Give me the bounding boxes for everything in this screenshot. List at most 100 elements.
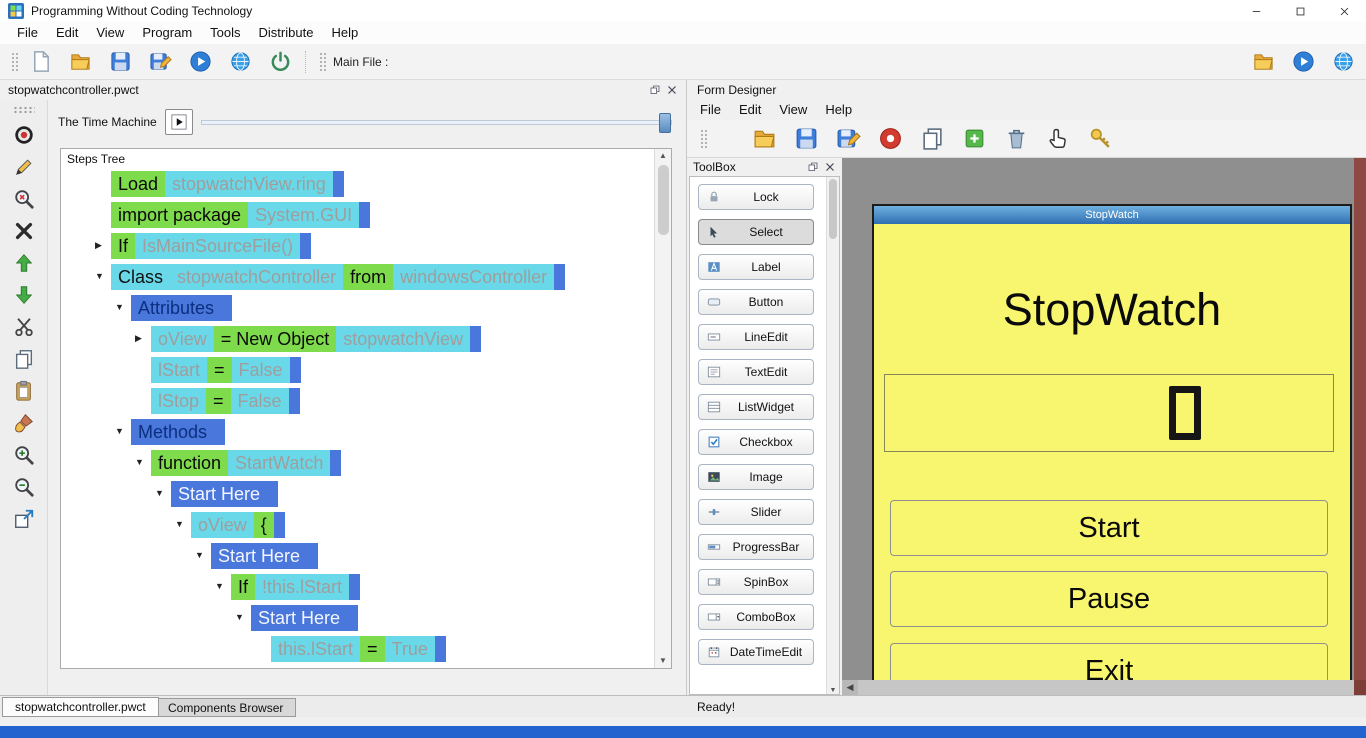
toolbox-item-datetimeedit[interactable]: DateTimeEdit xyxy=(698,639,814,665)
scroll-left-arrow-icon[interactable]: ◀ xyxy=(842,680,858,695)
tree-row[interactable]: ▼oView{ xyxy=(63,512,653,538)
side-edit-pencil-button[interactable] xyxy=(4,152,44,182)
side-search-button[interactable] xyxy=(4,184,44,214)
maximize-button[interactable] xyxy=(1278,0,1322,22)
editor-close-button[interactable] xyxy=(666,84,678,96)
collapse-arrow-icon[interactable]: ▼ xyxy=(235,613,244,622)
tree-row[interactable]: ▼Start Here xyxy=(63,543,653,569)
fd-copy-button[interactable] xyxy=(913,124,951,154)
toolbar-right-update-globe-button[interactable] xyxy=(1326,48,1360,76)
tree-row[interactable]: ▼Attributes xyxy=(63,295,653,321)
side-copy-button[interactable] xyxy=(4,344,44,374)
tree-row[interactable]: LoadstopwatchView.ring xyxy=(63,171,653,197)
toolbar-run-button[interactable] xyxy=(183,48,217,76)
tree-row[interactable]: ▼Start Here xyxy=(63,605,653,631)
toolbar-right-open-folder-button[interactable] xyxy=(1246,48,1280,76)
steps-tree-vertical-scrollbar[interactable]: ▲ ▼ xyxy=(654,149,671,668)
menu-distribute[interactable]: Distribute xyxy=(250,22,323,44)
lcd-number-widget[interactable] xyxy=(884,374,1334,452)
side-move-down-button[interactable] xyxy=(4,280,44,310)
stopwatch-heading-label[interactable]: StopWatch xyxy=(874,284,1350,336)
toolbox-item-lineedit[interactable]: LineEdit xyxy=(698,324,814,350)
collapse-arrow-icon[interactable]: ▼ xyxy=(215,582,224,591)
toolbox-item-label[interactable]: Label xyxy=(698,254,814,280)
tree-row[interactable]: this.lStart=True xyxy=(63,636,653,662)
stopwatch-form-titlebar[interactable]: StopWatch xyxy=(874,206,1350,224)
tree-row[interactable]: ▼ClassstopwatchControllerfromwindowsCont… xyxy=(63,264,653,290)
fd-save-button[interactable] xyxy=(787,124,825,154)
toolbar-open-folder-button[interactable] xyxy=(63,48,97,76)
collapse-arrow-icon[interactable]: ▼ xyxy=(155,489,164,498)
menu-file[interactable]: File xyxy=(8,22,47,44)
toolbox-item-select[interactable]: Select xyxy=(698,219,814,245)
time-machine-play-button[interactable] xyxy=(165,109,193,135)
toolbox-item-progressbar[interactable]: ProgressBar xyxy=(698,534,814,560)
close-button[interactable] xyxy=(1322,0,1366,22)
tree-row[interactable]: ▼functionStartWatch xyxy=(63,450,653,476)
tree-row[interactable]: import packageSystem.GUI xyxy=(63,202,653,228)
scroll-down-arrow-icon[interactable]: ▼ xyxy=(830,687,837,694)
toolbar-right-run-button[interactable] xyxy=(1286,48,1320,76)
toolbar-new-file-button[interactable] xyxy=(23,48,57,76)
collapse-arrow-icon[interactable]: ▼ xyxy=(175,520,184,529)
toolbar-update-globe-button[interactable] xyxy=(223,48,257,76)
fd-menu-file[interactable]: File xyxy=(691,99,730,121)
scrollbar-thumb[interactable] xyxy=(658,165,669,235)
collapse-arrow-icon[interactable]: ▼ xyxy=(195,551,204,560)
toolbox-vertical-scrollbar[interactable]: ▼ xyxy=(826,177,839,694)
fd-hand-pointer-button[interactable] xyxy=(1039,124,1077,154)
fd-menu-help[interactable]: Help xyxy=(816,99,861,121)
side-brush-button[interactable] xyxy=(4,408,44,438)
toolbox-item-combobox[interactable]: ComboBox xyxy=(698,604,814,630)
toolbox-item-checkbox[interactable]: Checkbox xyxy=(698,429,814,455)
toolbox-restore-button[interactable] xyxy=(807,161,819,173)
time-machine-slider[interactable] xyxy=(201,112,672,132)
collapse-arrow-icon[interactable]: ▼ xyxy=(135,458,144,467)
canvas-horizontal-scrollbar[interactable]: ◀ xyxy=(842,680,1354,695)
menu-help[interactable]: Help xyxy=(322,22,367,44)
editor-restore-button[interactable] xyxy=(649,84,661,96)
collapse-arrow-icon[interactable]: ▼ xyxy=(115,303,124,312)
collapse-arrow-icon[interactable]: ▼ xyxy=(115,427,124,436)
toolbox-item-slider[interactable]: Slider xyxy=(698,499,814,525)
fd-menu-view[interactable]: View xyxy=(770,99,816,121)
tree-row[interactable]: ▼If!this.lStart xyxy=(63,574,653,600)
toolbar-power-button[interactable] xyxy=(263,48,297,76)
fd-paste-green-button[interactable] xyxy=(955,124,993,154)
toolbox-item-textedit[interactable]: TextEdit xyxy=(698,359,814,385)
toolbox-item-button[interactable]: Button xyxy=(698,289,814,315)
scroll-down-arrow-icon[interactable]: ▼ xyxy=(659,654,667,668)
toolbar-save-button[interactable] xyxy=(103,48,137,76)
time-machine-slider-handle[interactable] xyxy=(659,113,671,133)
tab-components-browser[interactable]: Components Browser xyxy=(155,698,296,717)
fd-trash-button[interactable] xyxy=(997,124,1035,154)
fd-menu-edit[interactable]: Edit xyxy=(730,99,770,121)
scrollbar-thumb[interactable] xyxy=(829,179,837,239)
tree-row[interactable]: lStart=False xyxy=(63,357,653,383)
tree-row[interactable]: ▼Methods xyxy=(63,419,653,445)
pause-button[interactable]: Pause xyxy=(890,571,1328,627)
expand-arrow-icon[interactable]: ▶ xyxy=(95,241,102,250)
side-move-up-button[interactable] xyxy=(4,248,44,278)
tree-row[interactable]: ▶IfIsMainSourceFile() xyxy=(63,233,653,259)
toolbox-item-lock[interactable]: Lock xyxy=(698,184,814,210)
side-paste-button[interactable] xyxy=(4,376,44,406)
tree-row[interactable]: ▼Start Here xyxy=(63,481,653,507)
side-target-button[interactable] xyxy=(4,120,44,150)
toolbar-save-as-button[interactable] xyxy=(143,48,177,76)
fd-key-button[interactable] xyxy=(1081,124,1119,154)
toolbox-item-listwidget[interactable]: ListWidget xyxy=(698,394,814,420)
side-cut-button[interactable] xyxy=(4,312,44,342)
start-button[interactable]: Start xyxy=(890,500,1328,556)
tab-stopwatchcontroller[interactable]: stopwatchcontroller.pwct xyxy=(2,697,159,717)
scroll-up-arrow-icon[interactable]: ▲ xyxy=(659,149,667,163)
toolbox-item-image[interactable]: Image xyxy=(698,464,814,490)
stopwatch-form-window[interactable]: StopWatch StopWatch Start Pause Exit xyxy=(872,204,1352,695)
tree-row[interactable]: ▶oView= New ObjectstopwatchView xyxy=(63,326,653,352)
minimize-button[interactable] xyxy=(1234,0,1278,22)
menu-edit[interactable]: Edit xyxy=(47,22,87,44)
expand-arrow-icon[interactable]: ▶ xyxy=(135,334,142,343)
menu-tools[interactable]: Tools xyxy=(201,22,249,44)
toolbox-item-spinbox[interactable]: SpinBox xyxy=(698,569,814,595)
collapse-arrow-icon[interactable]: ▼ xyxy=(95,272,104,281)
